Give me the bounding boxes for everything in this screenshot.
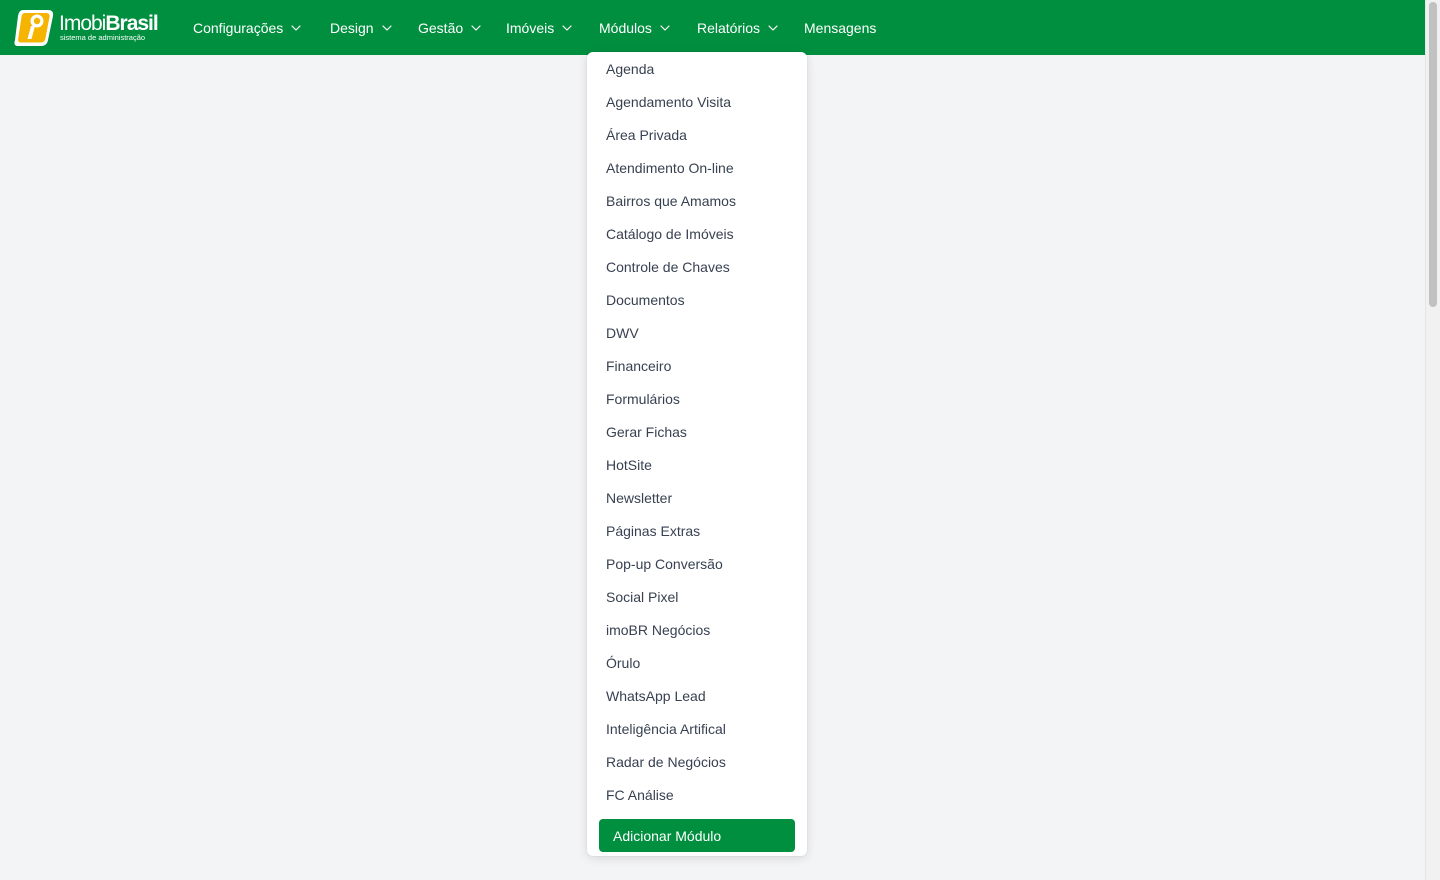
- menu-item-popup-conversao[interactable]: Pop-up Conversão: [587, 547, 807, 580]
- brand-logo[interactable]: ImobiBrasil sistema de administração: [14, 6, 164, 48]
- menu-item-agendamento-visita[interactable]: Agendamento Visita: [587, 85, 807, 118]
- nav-item-label: Imóveis: [506, 19, 555, 36]
- menu-item-atendimento-online[interactable]: Atendimento On-line: [587, 151, 807, 184]
- menu-item-agenda[interactable]: Agenda: [587, 52, 807, 85]
- nav-item-configuracoes[interactable]: Configurações: [193, 0, 302, 55]
- menu-item-fc-analise[interactable]: FC Análise: [587, 778, 807, 811]
- nav-item-label: Relatórios: [697, 19, 761, 36]
- nav-item-label: Módulos: [599, 19, 652, 36]
- modules-dropdown-menu: Agenda Agendamento Visita Área Privada A…: [587, 52, 807, 856]
- nav-item-imoveis[interactable]: Imóveis: [506, 0, 573, 55]
- chevron-down-icon: [562, 25, 572, 31]
- menu-item-inteligencia-artificial[interactable]: Inteligência Artifical: [587, 712, 807, 745]
- nav-item-mensagens[interactable]: Mensagens: [804, 0, 876, 55]
- nav-item-label: Gestão: [418, 19, 464, 36]
- brand-tagline: sistema de administração: [60, 33, 146, 42]
- nav-item-label: Configurações: [193, 19, 284, 36]
- nav-item-label: Mensagens: [804, 19, 877, 36]
- chevron-down-icon: [768, 25, 778, 31]
- nav-item-relatorios[interactable]: Relatórios: [697, 0, 779, 55]
- imobibrasil-logo-icon: [14, 10, 54, 46]
- menu-item-gerar-fichas[interactable]: Gerar Fichas: [587, 415, 807, 448]
- menu-item-radar-de-negocios[interactable]: Radar de Negócios: [587, 745, 807, 778]
- brand-name: ImobiBrasil: [59, 12, 159, 35]
- nav-item-modulos[interactable]: Módulos: [599, 0, 671, 55]
- chevron-down-icon: [660, 25, 670, 31]
- menu-item-hotsite[interactable]: HotSite: [587, 448, 807, 481]
- add-module-button[interactable]: Adicionar Módulo: [599, 819, 795, 852]
- brand-name-bold: Brasil: [105, 12, 158, 35]
- menu-item-documentos[interactable]: Documentos: [587, 283, 807, 316]
- chevron-down-icon: [291, 25, 301, 31]
- nav-item-design[interactable]: Design: [330, 0, 393, 55]
- brand-name-light: Imobi: [59, 12, 106, 35]
- menu-item-orulo[interactable]: Órulo: [587, 646, 807, 679]
- chevron-down-icon: [381, 25, 392, 31]
- menu-item-bairros-que-amamos[interactable]: Bairros que Amamos: [587, 184, 807, 217]
- nav-item-gestao[interactable]: Gestão: [418, 0, 482, 55]
- menu-item-formularios[interactable]: Formulários: [587, 382, 807, 415]
- chevron-down-icon: [471, 25, 481, 31]
- menu-item-paginas-extras[interactable]: Páginas Extras: [587, 514, 807, 547]
- menu-item-area-privada[interactable]: Área Privada: [587, 118, 807, 151]
- menu-item-financeiro[interactable]: Financeiro: [587, 349, 807, 382]
- menu-item-catalogo-de-imoveis[interactable]: Catálogo de Imóveis: [587, 217, 807, 250]
- menu-item-controle-de-chaves[interactable]: Controle de Chaves: [587, 250, 807, 283]
- menu-item-imobr-negocios[interactable]: imoBR Negócios: [587, 613, 807, 646]
- menu-item-whatsapp-lead[interactable]: WhatsApp Lead: [587, 679, 807, 712]
- top-navigation-bar: ImobiBrasil sistema de administração Con…: [0, 0, 1425, 55]
- menu-item-social-pixel[interactable]: Social Pixel: [587, 580, 807, 613]
- scrollbar-thumb[interactable]: [1429, 2, 1437, 307]
- page-scrollbar[interactable]: [1425, 0, 1440, 880]
- menu-item-newsletter[interactable]: Newsletter: [587, 481, 807, 514]
- nav-item-label: Design: [330, 19, 374, 36]
- menu-item-dwv[interactable]: DWV: [587, 316, 807, 349]
- app-viewport: ImobiBrasil sistema de administração Con…: [0, 0, 1440, 880]
